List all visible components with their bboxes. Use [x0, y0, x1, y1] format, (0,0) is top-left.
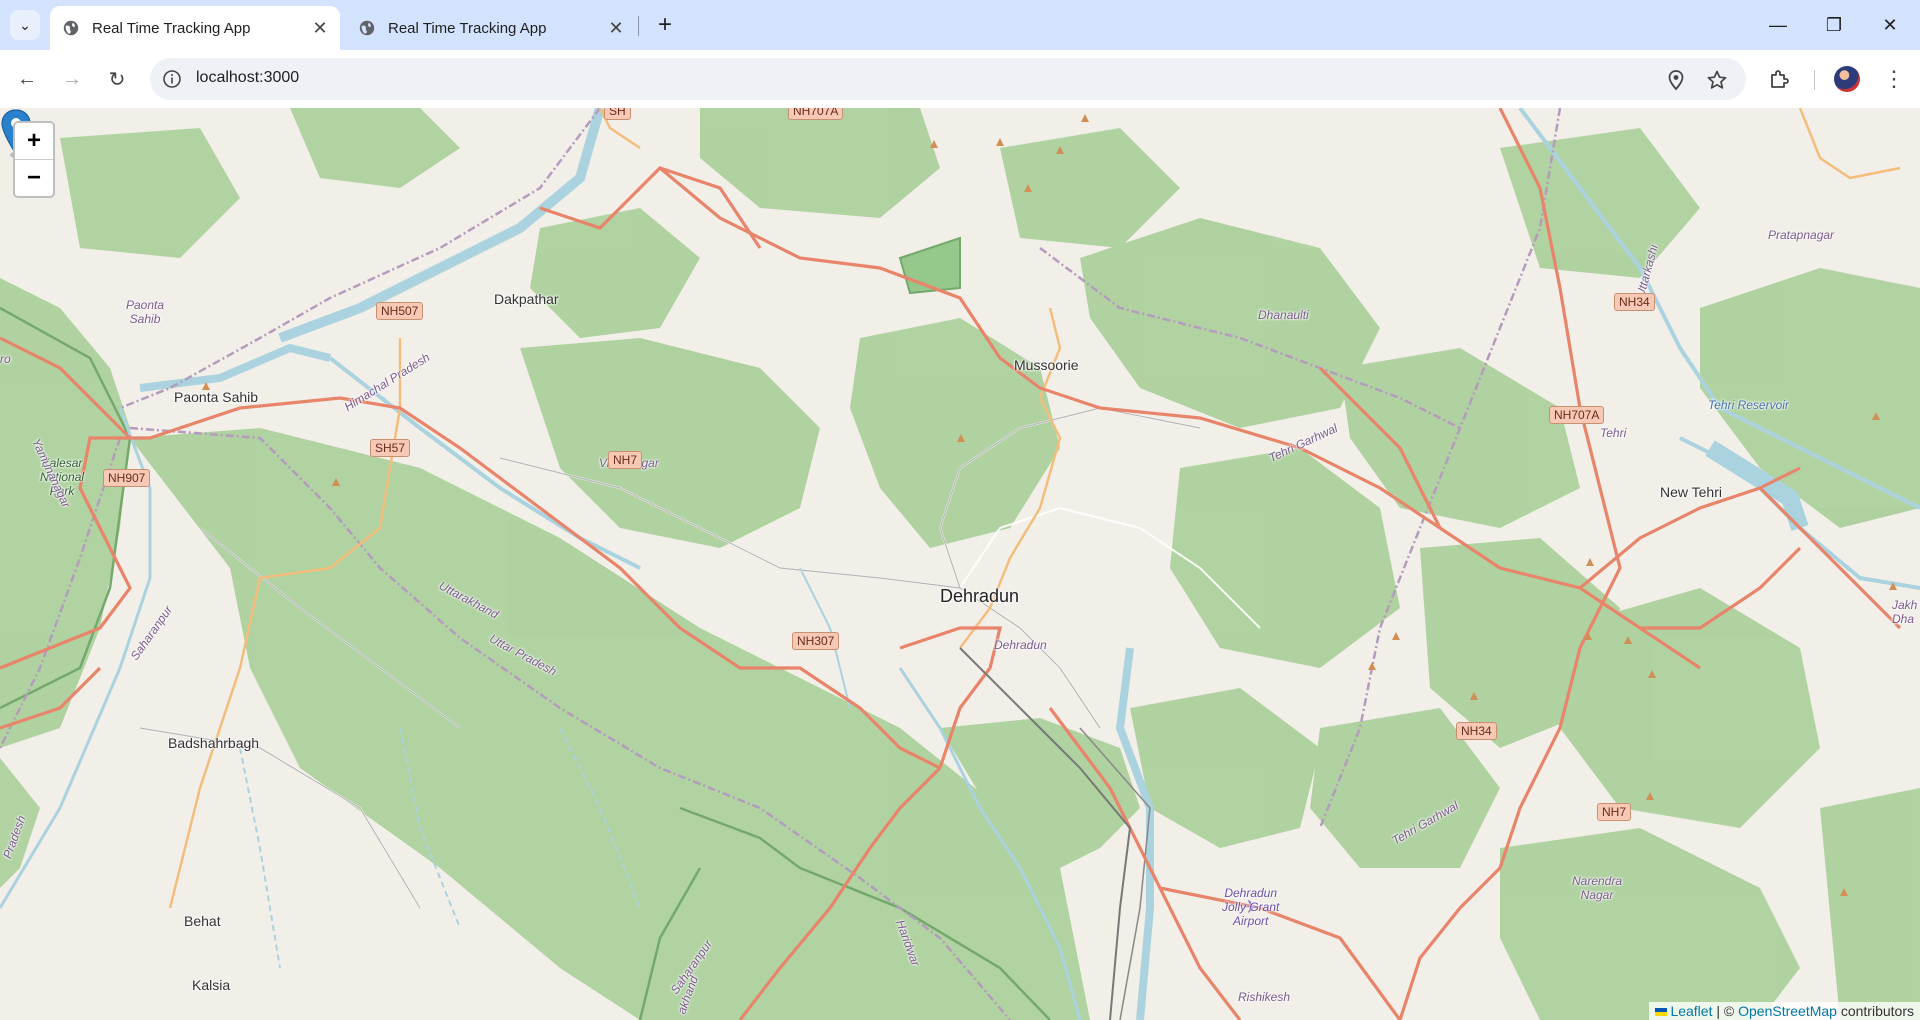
- map-label-paonta-sahib: Paonta Sahib: [174, 389, 259, 405]
- map-label-jakhol: Jakh Dha: [1892, 598, 1918, 626]
- road-shield-nh7-mid: NH7: [608, 451, 643, 469]
- map-canvas[interactable]: ✈ Dehradun Dehradun Mussoorie Dakpathar …: [0, 108, 1920, 1020]
- ukraine-flag-icon: [1655, 1008, 1668, 1017]
- tab-strip: ⌄ Real Time Tracking App ✕ Real Time Tra…: [0, 0, 1920, 50]
- map-label-dakpathar: Dakpathar: [494, 291, 559, 307]
- map-label-behat: Behat: [184, 913, 221, 929]
- url-text: localhost:3000: [196, 69, 300, 86]
- back-button[interactable]: ←: [11, 63, 43, 95]
- map-label-new-tehri: New Tehri: [1660, 484, 1722, 500]
- arrow-right-icon: →: [62, 67, 82, 90]
- location-pin-icon[interactable]: [1665, 69, 1687, 91]
- tab-title: Real Time Tracking App: [388, 19, 547, 37]
- globe-icon: [359, 20, 375, 36]
- road-shield-nh34-bottom: NH34: [1456, 722, 1497, 740]
- tab-active[interactable]: Real Time Tracking App ✕: [50, 6, 340, 50]
- map-label-ro: ro: [0, 352, 11, 366]
- road-shield-nh907: NH907: [103, 469, 151, 487]
- extensions-icon[interactable]: [1768, 67, 1792, 91]
- road-shield-nh707a: NH707A: [788, 108, 844, 120]
- globe-icon: [63, 20, 79, 36]
- road-shield-sh: SH: [604, 108, 631, 120]
- forward-button[interactable]: →: [56, 63, 88, 95]
- more-vert-icon: ⋮: [1883, 66, 1905, 91]
- minimize-button[interactable]: —: [1750, 0, 1806, 50]
- map-label-badshahrbagh: Badshahrbagh: [168, 735, 260, 751]
- map-tiles: ✈: [0, 108, 1920, 1020]
- reload-button[interactable]: ↻: [101, 63, 133, 95]
- map-label-dhanaulti: Dhanaulti: [1258, 308, 1309, 322]
- attribution-contributors: contributors: [1836, 1003, 1914, 1019]
- tab-title: Real Time Tracking App: [92, 19, 251, 37]
- new-tab-button[interactable]: +: [650, 10, 680, 40]
- road-shield-sh57: SH57: [370, 439, 411, 457]
- reload-icon: ↻: [108, 68, 126, 91]
- road-shield-nh34-top: NH34: [1614, 293, 1655, 311]
- road-shield-nh7-bottom: NH7: [1597, 803, 1632, 821]
- map-label-tehri-reservoir: Tehri Reservoir: [1708, 398, 1789, 412]
- plus-icon: +: [657, 11, 672, 38]
- map-attribution: Leaflet | © OpenStreetMap contributors: [1649, 1002, 1920, 1020]
- profile-avatar[interactable]: [1834, 66, 1860, 92]
- tab-divider: [638, 16, 639, 36]
- map-label-pratapnagar: Pratapnagar: [1768, 228, 1835, 242]
- map-label-tehri: Tehri: [1600, 426, 1627, 440]
- osm-link[interactable]: OpenStreetMap: [1738, 1003, 1837, 1019]
- close-window-button[interactable]: ✕: [1862, 0, 1918, 50]
- map-label-dehradun: Dehradun: [940, 586, 1020, 606]
- tab-search-button[interactable]: ⌄: [10, 10, 40, 40]
- bookmark-star-icon[interactable]: [1706, 69, 1728, 91]
- road-shield-nh707a-right: NH707A: [1549, 406, 1605, 424]
- map-label-rishikesh: Rishikesh: [1238, 990, 1291, 1004]
- site-info-icon[interactable]: [162, 69, 182, 89]
- minimize-icon: —: [1769, 14, 1787, 35]
- close-icon[interactable]: ✕: [604, 16, 628, 40]
- map-label-kalsia: Kalsia: [192, 977, 231, 993]
- browser-toolbar: ← → ↻ localhost:3000 ⋮: [0, 50, 1920, 109]
- browser-menu-button[interactable]: ⋮: [1880, 64, 1908, 94]
- arrow-left-icon: ←: [17, 67, 37, 90]
- close-icon: ✕: [1882, 14, 1898, 35]
- address-bar[interactable]: localhost:3000: [150, 58, 1746, 100]
- map-label-narendra-nagar: Narendra Nagar: [1572, 874, 1623, 902]
- map-label-mussoorie: Mussoorie: [1014, 357, 1079, 373]
- tab-inactive[interactable]: Real Time Tracking App ✕: [346, 6, 636, 50]
- restore-icon: ❐: [1825, 14, 1843, 35]
- zoom-out-button[interactable]: −: [15, 160, 53, 196]
- zoom-control: + −: [13, 121, 55, 198]
- road-shield-nh507: NH507: [376, 302, 424, 320]
- restore-button[interactable]: ❐: [1806, 0, 1862, 50]
- map-label-dehradun-district: Dehradun: [994, 638, 1047, 652]
- attribution-separator: | ©: [1712, 1003, 1739, 1019]
- leaflet-link[interactable]: Leaflet: [1670, 1003, 1712, 1019]
- map-label-airport: Dehradun Jolly Grant Airport: [1222, 886, 1280, 928]
- chevron-down-icon: ⌄: [19, 16, 31, 33]
- zoom-in-button[interactable]: +: [15, 123, 53, 160]
- road-shield-nh307: NH307: [792, 632, 840, 650]
- toolbar-divider: [1814, 70, 1815, 90]
- map-label-paonta-sahib-area: Paonta Sahib: [126, 298, 165, 326]
- close-icon[interactable]: ✕: [308, 16, 332, 40]
